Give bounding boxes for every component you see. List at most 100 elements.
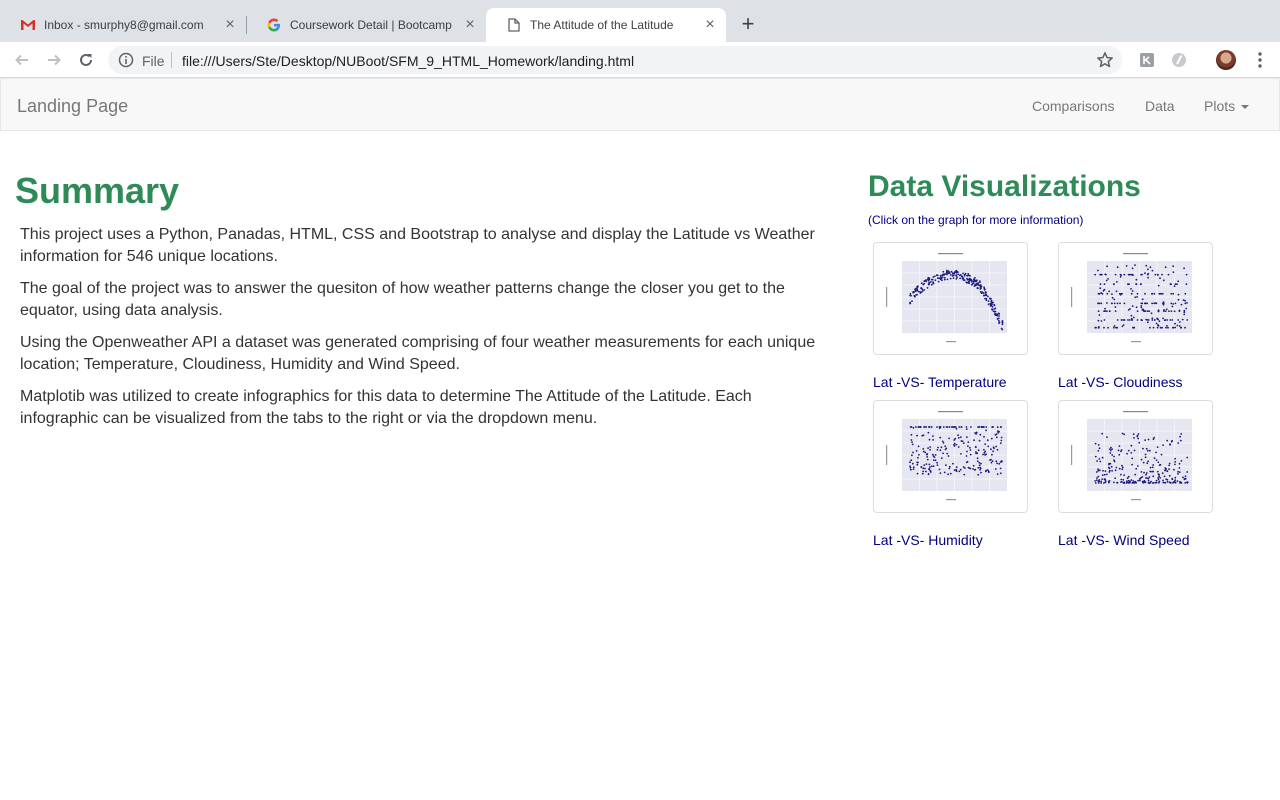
scatter-point (1103, 288, 1106, 291)
scatter-point (1097, 310, 1100, 312)
scatter-point (1098, 314, 1101, 316)
scatter-point (991, 460, 994, 462)
scatter-point (1147, 479, 1150, 482)
scatter-point (1171, 478, 1174, 481)
scatter-point (928, 468, 930, 471)
scatter-point (1161, 472, 1164, 475)
scatter-point (1136, 319, 1139, 321)
profile-avatar[interactable] (1216, 50, 1236, 70)
scatter-point (1147, 438, 1150, 441)
scatter-point (975, 280, 978, 283)
visualizations-hint: (Click on the graph for more information… (868, 213, 1084, 227)
extension-icon[interactable] (1170, 51, 1188, 69)
close-tab-icon[interactable]: × (222, 17, 238, 33)
nav-dropdown-plots[interactable]: Plots (1204, 98, 1250, 114)
link-lat-vs-temperature[interactable]: Lat -VS- Temperature (873, 374, 1007, 390)
scatter-point (1169, 283, 1172, 286)
caret-down-icon (1241, 105, 1250, 110)
scatter-point (997, 319, 1000, 322)
scatter-point (1128, 273, 1131, 276)
scatter-point (917, 285, 919, 287)
scatter-point (1182, 476, 1184, 479)
close-tab-icon[interactable]: × (462, 17, 478, 33)
link-lat-vs-humidity[interactable]: Lat -VS- Humidity (873, 532, 983, 548)
menu-kebab-icon[interactable] (1250, 50, 1270, 70)
scatter-point (1101, 456, 1104, 459)
scatter-point (910, 459, 913, 462)
scatter-point (963, 473, 966, 476)
scatter-point (995, 445, 998, 448)
scatter-point (1164, 469, 1167, 471)
scatter-point (932, 439, 934, 441)
new-tab-button[interactable]: + (736, 12, 760, 36)
scatter-point (1180, 303, 1183, 306)
scatter-point (1112, 326, 1115, 329)
scatter-point (1161, 273, 1163, 276)
scatter-point (1142, 480, 1145, 483)
scatter-point (1095, 471, 1098, 473)
scatter-point (1140, 458, 1143, 461)
scatter-point (1149, 470, 1152, 473)
scatter-point (1111, 293, 1113, 295)
scatter-point (1162, 481, 1165, 484)
scatter-point (1123, 319, 1126, 321)
scatter-point (1130, 292, 1133, 295)
link-lat-vs-cloudiness[interactable]: Lat -VS- Cloudiness (1058, 374, 1183, 390)
scatter-point (1157, 284, 1160, 287)
scatter-point (1149, 482, 1152, 484)
scatter-point (1170, 310, 1173, 312)
scatter-point (909, 294, 911, 297)
info-icon[interactable] (118, 52, 134, 68)
address-bar[interactable]: File file:///Users/Ste/Desktop/NUBoot/SF… (108, 46, 1122, 74)
nav-link-comparisons[interactable]: Comparisons (1032, 98, 1114, 114)
scatter-point (1099, 283, 1102, 286)
scatter-point (998, 315, 1000, 317)
document-icon (506, 17, 522, 33)
scatter-point (967, 281, 970, 284)
scatter-point (1186, 481, 1189, 484)
scatter-point (1157, 273, 1159, 276)
tab-coursework[interactable]: Coursework Detail | Bootcamp × (246, 8, 486, 42)
scatter-point (936, 464, 939, 466)
scatter-point (991, 453, 993, 456)
scatter-point (1165, 326, 1167, 329)
scatter-point (1102, 469, 1104, 472)
scatter-point (1097, 269, 1099, 272)
scatter-point (1153, 319, 1156, 321)
bookmark-star-icon[interactable] (1096, 51, 1114, 69)
close-tab-icon[interactable]: × (702, 17, 718, 33)
scatter-point (1156, 326, 1159, 329)
scatter-point (1153, 457, 1156, 460)
extension-icon[interactable] (1138, 51, 1156, 69)
thumbnail-cloudiness[interactable] (1058, 242, 1213, 355)
tab-attitude-latitude[interactable]: The Attitude of the Latitude × (486, 8, 726, 42)
nav-link-data[interactable]: Data (1145, 98, 1175, 114)
forward-button[interactable] (42, 48, 66, 72)
scatter-point (1114, 477, 1117, 480)
back-button[interactable] (10, 48, 34, 72)
scatter-point (1137, 465, 1139, 467)
url-text[interactable]: file:///Users/Ste/Desktop/NUBoot/SFM_9_H… (182, 53, 634, 69)
thumbnail-temperature[interactable] (873, 242, 1028, 355)
scatter-point (1103, 473, 1106, 476)
tab-inbox[interactable]: Inbox - smurphy8@gmail.com × (0, 8, 246, 42)
scatter-point (1155, 459, 1158, 461)
link-lat-vs-wind-speed[interactable]: Lat -VS- Wind Speed (1058, 532, 1190, 548)
scatter-point (1001, 323, 1004, 326)
scatter-point (1103, 326, 1105, 329)
navbar-brand[interactable]: Landing Page (17, 96, 128, 117)
scatter-point (949, 472, 952, 475)
thumbnail-wind-speed[interactable] (1058, 400, 1213, 513)
scatter-point (977, 473, 980, 476)
scatter-point (1110, 465, 1113, 468)
scatter-point (946, 452, 949, 455)
scatter-point (965, 455, 968, 457)
reload-button[interactable] (74, 48, 98, 72)
scatter-point (1115, 466, 1118, 469)
scatter-point (1101, 474, 1104, 476)
scatter-plot-thumbnail (886, 253, 1007, 343)
scatter-point (976, 457, 979, 460)
scatter-point (1132, 274, 1134, 276)
scatter-point (1100, 302, 1103, 305)
thumbnail-humidity[interactable] (873, 400, 1028, 513)
